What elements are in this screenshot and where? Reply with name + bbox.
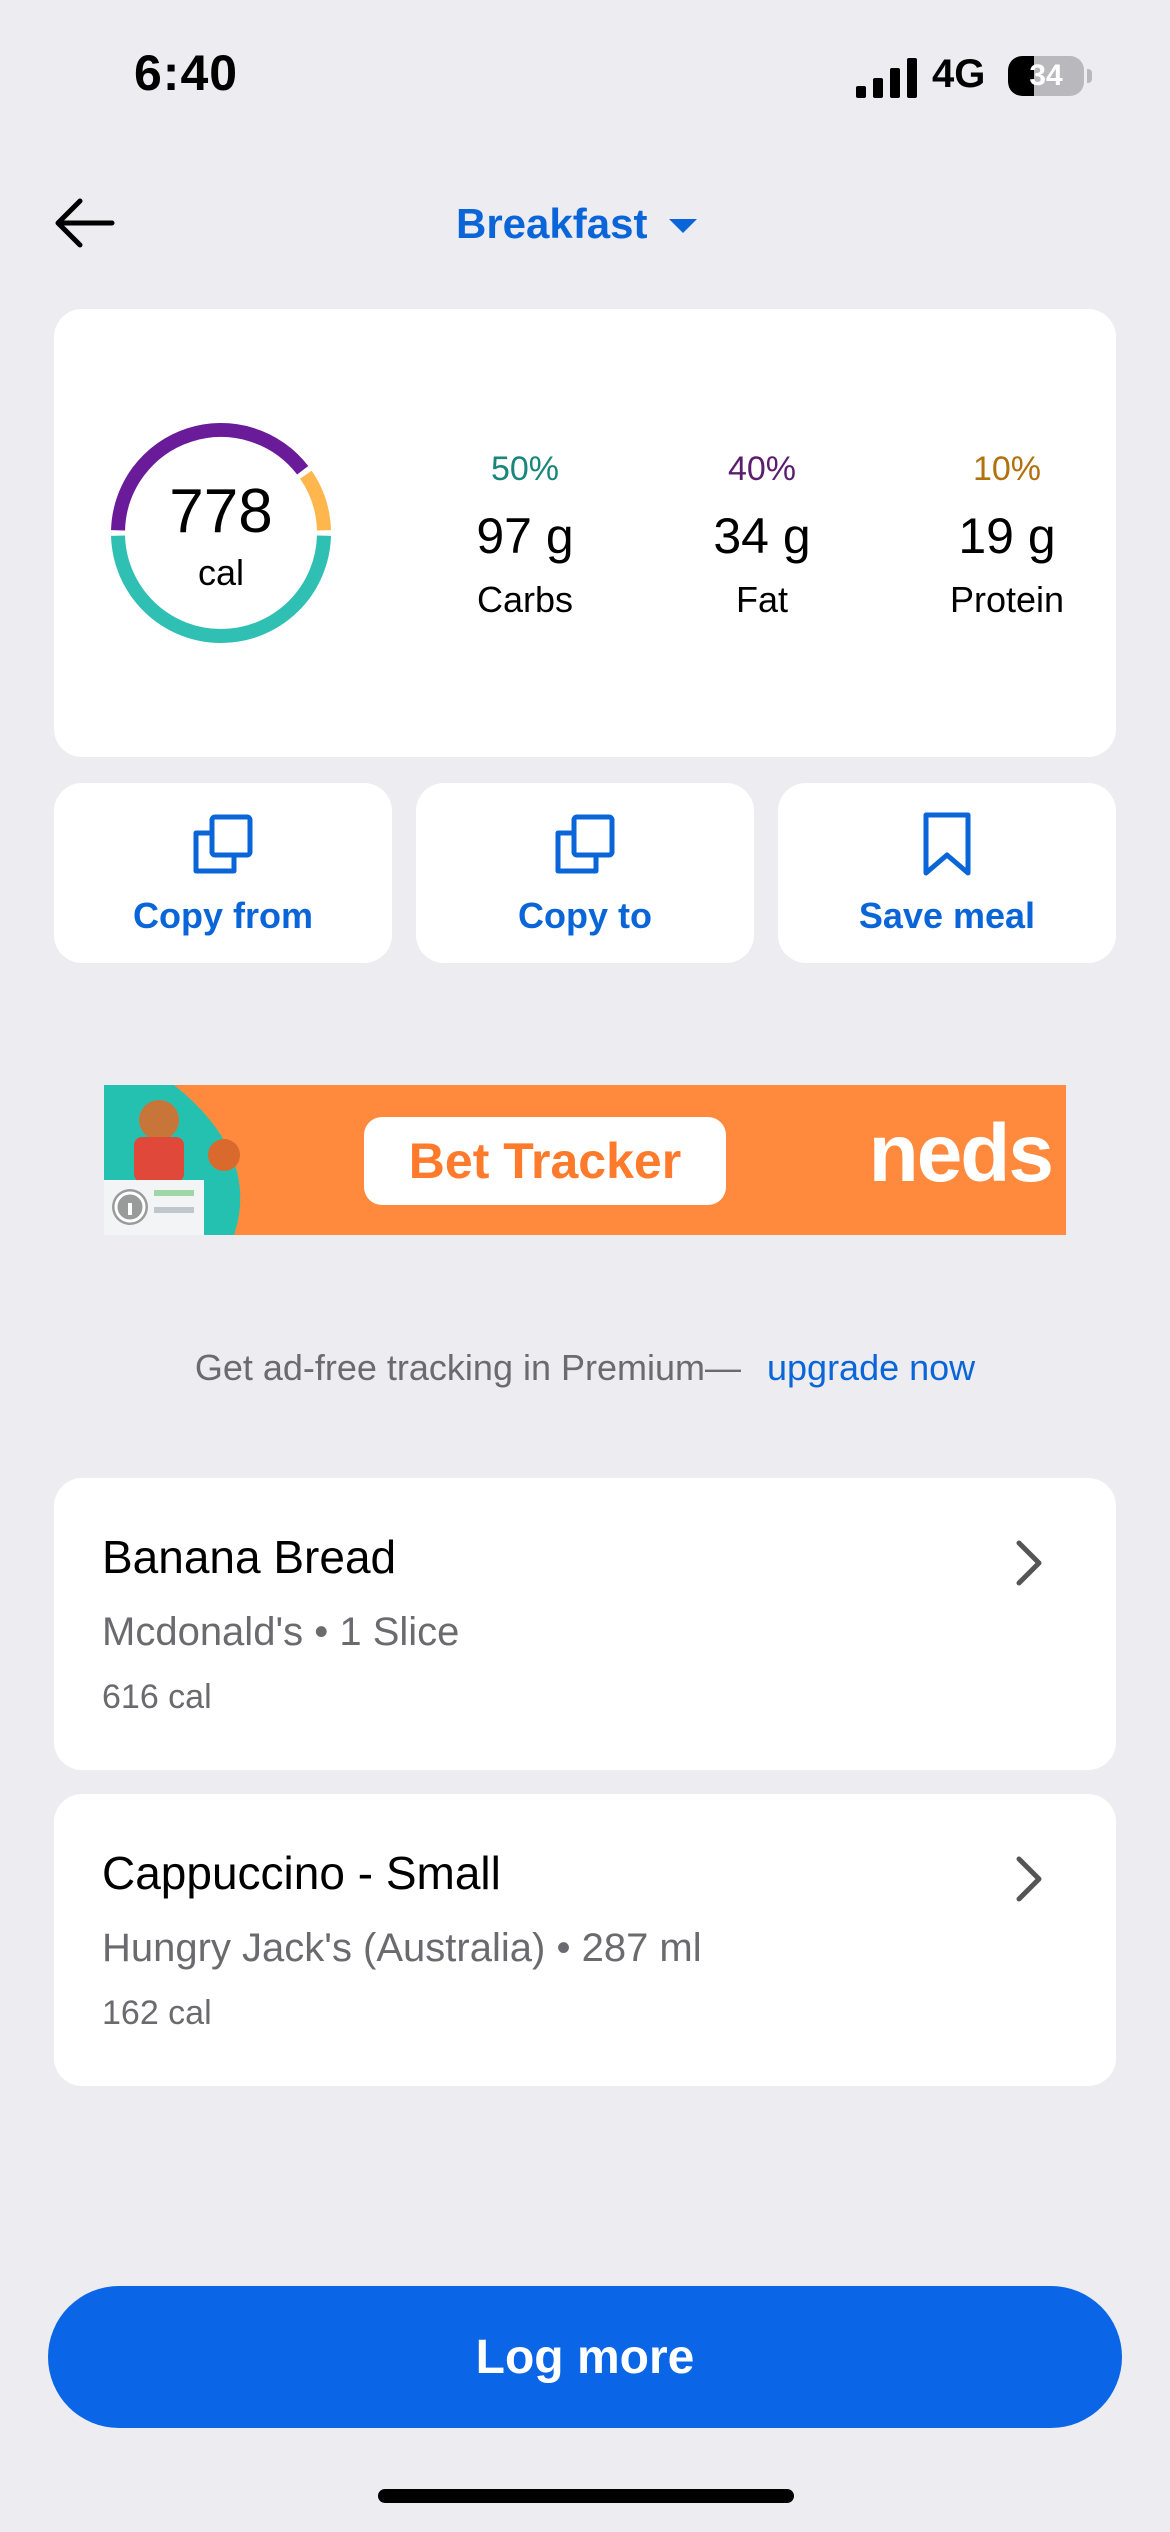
macro-fat-percent: 40%: [727, 450, 797, 488]
macro-protein-label: Protein: [949, 579, 1065, 620]
macro-protein-amount: 19 g: [958, 508, 1056, 564]
macro-carbs-amount: 97 g: [476, 508, 574, 564]
ad-brand-logo: neds: [868, 1108, 1054, 1199]
separator-dot: •: [314, 1610, 340, 1654]
macro-carbs: 50% 97 g Carbs: [405, 450, 645, 621]
copy-to-label: Copy to: [518, 895, 652, 936]
ad-banner[interactable]: Bet Tracker neds: [104, 1085, 1066, 1235]
save-meal-label: Save meal: [858, 895, 1036, 936]
network-type: 4G: [932, 52, 986, 96]
premium-notice: Get ad-free tracking in Premium— upgrade …: [0, 1347, 1170, 1389]
macro-fat-amount: 34 g: [713, 508, 811, 564]
chevron-right-icon: [1016, 1540, 1042, 1586]
chevron-right-icon: [1016, 1856, 1042, 1902]
battery-icon: 34: [1008, 56, 1092, 96]
macro-fat-label: Fat: [735, 579, 788, 620]
calorie-total: 778: [169, 477, 273, 546]
home-indicator[interactable]: [378, 2489, 794, 2503]
food-name: Cappuccino - Small: [102, 1847, 501, 1899]
copy-from-button[interactable]: Copy from: [54, 783, 392, 963]
ad-artwork: [104, 1085, 241, 1235]
food-name: Banana Bread: [102, 1531, 397, 1583]
food-calories: 162 cal: [102, 1994, 212, 2032]
calorie-unit: cal: [197, 552, 245, 593]
macro-carbs-percent: 50%: [490, 450, 560, 488]
macro-fat: 40% 34 g Fat: [642, 450, 882, 621]
food-serving: 287 ml: [581, 1926, 702, 1970]
copy-from-label: Copy from: [133, 895, 313, 936]
meal-name: Breakfast: [456, 200, 648, 247]
caret-down-icon: [669, 219, 698, 233]
meal-selector[interactable]: Breakfast: [456, 196, 698, 252]
copy-icon: [193, 814, 253, 874]
food-details: Hungry Jack's (Australia) • 287 ml: [102, 1926, 702, 1971]
food-calories: 616 cal: [102, 1678, 212, 1716]
macro-carbs-label: Carbs: [476, 579, 574, 620]
bookmark-icon: [923, 812, 971, 876]
log-more-button[interactable]: Log more: [48, 2286, 1122, 2428]
separator-dot: •: [556, 1926, 582, 1970]
food-brand: Mcdonald's: [102, 1610, 304, 1654]
premium-text: Get ad-free tracking in Premium—: [194, 1347, 741, 1388]
copy-to-button[interactable]: Copy to: [416, 783, 754, 963]
food-item[interactable]: Cappuccino - Small Hungry Jack's (Austra…: [54, 1794, 1116, 2086]
cellular-signal-icon: [856, 58, 917, 98]
food-item[interactable]: Banana Bread Mcdonald's • 1 Slice 616 ca…: [54, 1478, 1116, 1770]
ad-headline: Bet Tracker: [364, 1117, 726, 1205]
copy-icon: [555, 814, 615, 874]
macro-protein-percent: 10%: [972, 450, 1042, 488]
save-meal-button[interactable]: Save meal: [778, 783, 1116, 963]
food-brand: Hungry Jack's (Australia): [102, 1926, 546, 1970]
upgrade-link[interactable]: upgrade now: [767, 1347, 975, 1388]
back-arrow-icon[interactable]: [52, 196, 116, 250]
food-details: Mcdonald's • 1 Slice: [102, 1610, 459, 1655]
battery-percent: 34: [1029, 59, 1063, 92]
macro-protein: 10% 19 g Protein: [887, 450, 1127, 621]
status-time: 6:40: [134, 45, 239, 101]
food-serving: 1 Slice: [339, 1610, 460, 1654]
